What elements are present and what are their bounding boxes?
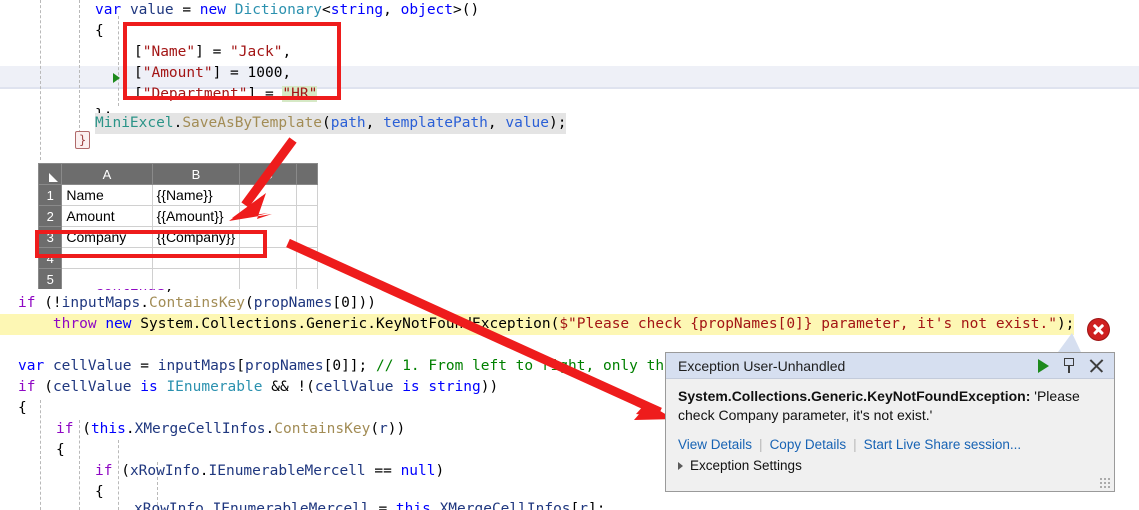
cell-c2[interactable]	[239, 205, 297, 227]
exception-settings-label: Exception Settings	[690, 458, 802, 473]
cell-a2[interactable]: Amount	[61, 205, 153, 227]
start-live-share-link[interactable]: Start Live Share session...	[864, 437, 1022, 452]
code-line: {	[95, 23, 104, 39]
cell-d5[interactable]	[295, 268, 318, 289]
exception-popup-controls	[1038, 358, 1108, 373]
col-header-a[interactable]: A	[61, 163, 153, 185]
resize-grip[interactable]	[1099, 477, 1111, 489]
chevron-right-icon	[678, 461, 683, 470]
row-header-2[interactable]: 2	[38, 205, 63, 227]
view-details-link[interactable]: View Details	[678, 437, 752, 452]
code-line: MiniExcel.SaveAsByTemplate(path, templat…	[95, 113, 567, 134]
corner-triangle-icon	[49, 173, 59, 182]
col-header-d[interactable]	[295, 163, 318, 185]
row-header-3[interactable]: 3	[38, 226, 63, 248]
code-line: if (this.XMergeCellInfos.ContainsKey(r))	[56, 421, 406, 437]
exception-type: System.Collections.Generic.KeyNotFoundEx…	[678, 388, 1031, 404]
code-line: if (xRowInfo.IEnumerableMercell == null)	[95, 463, 445, 479]
row-header-5[interactable]: 5	[38, 268, 63, 289]
exception-popup[interactable]: Exception User-Unhandled System.Collecti…	[665, 352, 1115, 492]
cell-b2[interactable]: {{Amount}}	[151, 205, 241, 227]
code-line: {	[56, 442, 65, 458]
cell-a4[interactable]	[61, 247, 153, 269]
table-row[interactable]: 1 Name {{Name}}	[38, 184, 318, 206]
row-header-1[interactable]: 1	[38, 184, 63, 206]
code-line: {	[18, 400, 27, 416]
cell-c3[interactable]	[239, 226, 297, 248]
sheet-table: A B C 1 Name {{Name}} 2 Amount {{Amount}…	[38, 163, 318, 289]
cell-b4[interactable]	[151, 247, 241, 269]
exception-popup-links: View Details | Copy Details | Start Live…	[666, 429, 1114, 452]
code-line: ["Amount"] = 1000,	[134, 65, 292, 81]
cell-d4[interactable]	[295, 247, 318, 269]
pin-icon[interactable]	[1062, 358, 1076, 373]
exception-popup-body: System.Collections.Generic.KeyNotFoundEx…	[666, 379, 1114, 429]
popup-pointer-tail	[1058, 333, 1081, 352]
cell-b3[interactable]: {{Company}}	[151, 226, 241, 248]
cell-a3[interactable]: Company	[61, 226, 153, 248]
cell-d2[interactable]	[295, 205, 318, 227]
table-row[interactable]: 3 Company {{Company}}	[38, 226, 318, 248]
code-line-exception: throw new System.Collections.Generic.Key…	[0, 314, 1075, 335]
code-line: {	[95, 484, 104, 500]
screenshot-root: } var value = new Dictionary<string, obj…	[0, 0, 1139, 510]
code-line: ["Name"] = "Jack",	[134, 44, 292, 60]
code-line: var value = new Dictionary<string, objec…	[95, 2, 480, 18]
cell-a1[interactable]: Name	[61, 184, 153, 206]
exception-popup-title: Exception User-Unhandled	[678, 357, 846, 374]
code-line: xRowInfo.IEnumerableMercell = this.XMerg…	[134, 501, 606, 510]
close-icon[interactable]	[1089, 358, 1104, 373]
copy-details-link[interactable]: Copy Details	[770, 437, 847, 452]
error-x-icon[interactable]	[1087, 318, 1110, 341]
col-header-b[interactable]: B	[151, 163, 241, 185]
sheet-header-row: A B C	[38, 163, 318, 185]
link-separator: |	[759, 437, 763, 452]
continue-play-icon[interactable]	[1038, 358, 1049, 373]
cell-d3[interactable]	[295, 226, 318, 248]
cell-c5[interactable]	[239, 268, 297, 289]
cell-b1[interactable]: {{Name}}	[151, 184, 241, 206]
cell-c1[interactable]	[239, 184, 297, 206]
code-line: if (!inputMaps.ContainsKey(propNames[0])…	[18, 295, 376, 311]
row-header-4[interactable]: 4	[38, 247, 63, 269]
cell-d1[interactable]	[295, 184, 318, 206]
code-line: var cellValue = inputMaps[propNames[0]];…	[18, 358, 761, 374]
link-separator: |	[853, 437, 857, 452]
table-row[interactable]: 5	[38, 268, 318, 289]
excel-template-grid[interactable]: A B C 1 Name {{Name}} 2 Amount {{Amount}…	[38, 163, 318, 289]
exception-settings-toggle[interactable]: Exception Settings	[666, 452, 1114, 473]
cell-c4[interactable]	[239, 247, 297, 269]
cell-b5[interactable]	[151, 268, 241, 289]
exception-message: System.Collections.Generic.KeyNotFoundEx…	[678, 387, 1104, 425]
table-row[interactable]: 2 Amount {{Amount}}	[38, 205, 318, 227]
code-line: ["Department"] = "HR"	[134, 86, 318, 102]
exception-popup-titlebar: Exception User-Unhandled	[666, 353, 1114, 379]
select-all-corner[interactable]	[38, 163, 63, 185]
table-row[interactable]: 4	[38, 247, 318, 269]
cell-a5[interactable]	[61, 268, 153, 289]
code-line: if (cellValue is IEnumerable && !(cellVa…	[18, 379, 499, 395]
col-header-c[interactable]: C	[239, 163, 297, 185]
